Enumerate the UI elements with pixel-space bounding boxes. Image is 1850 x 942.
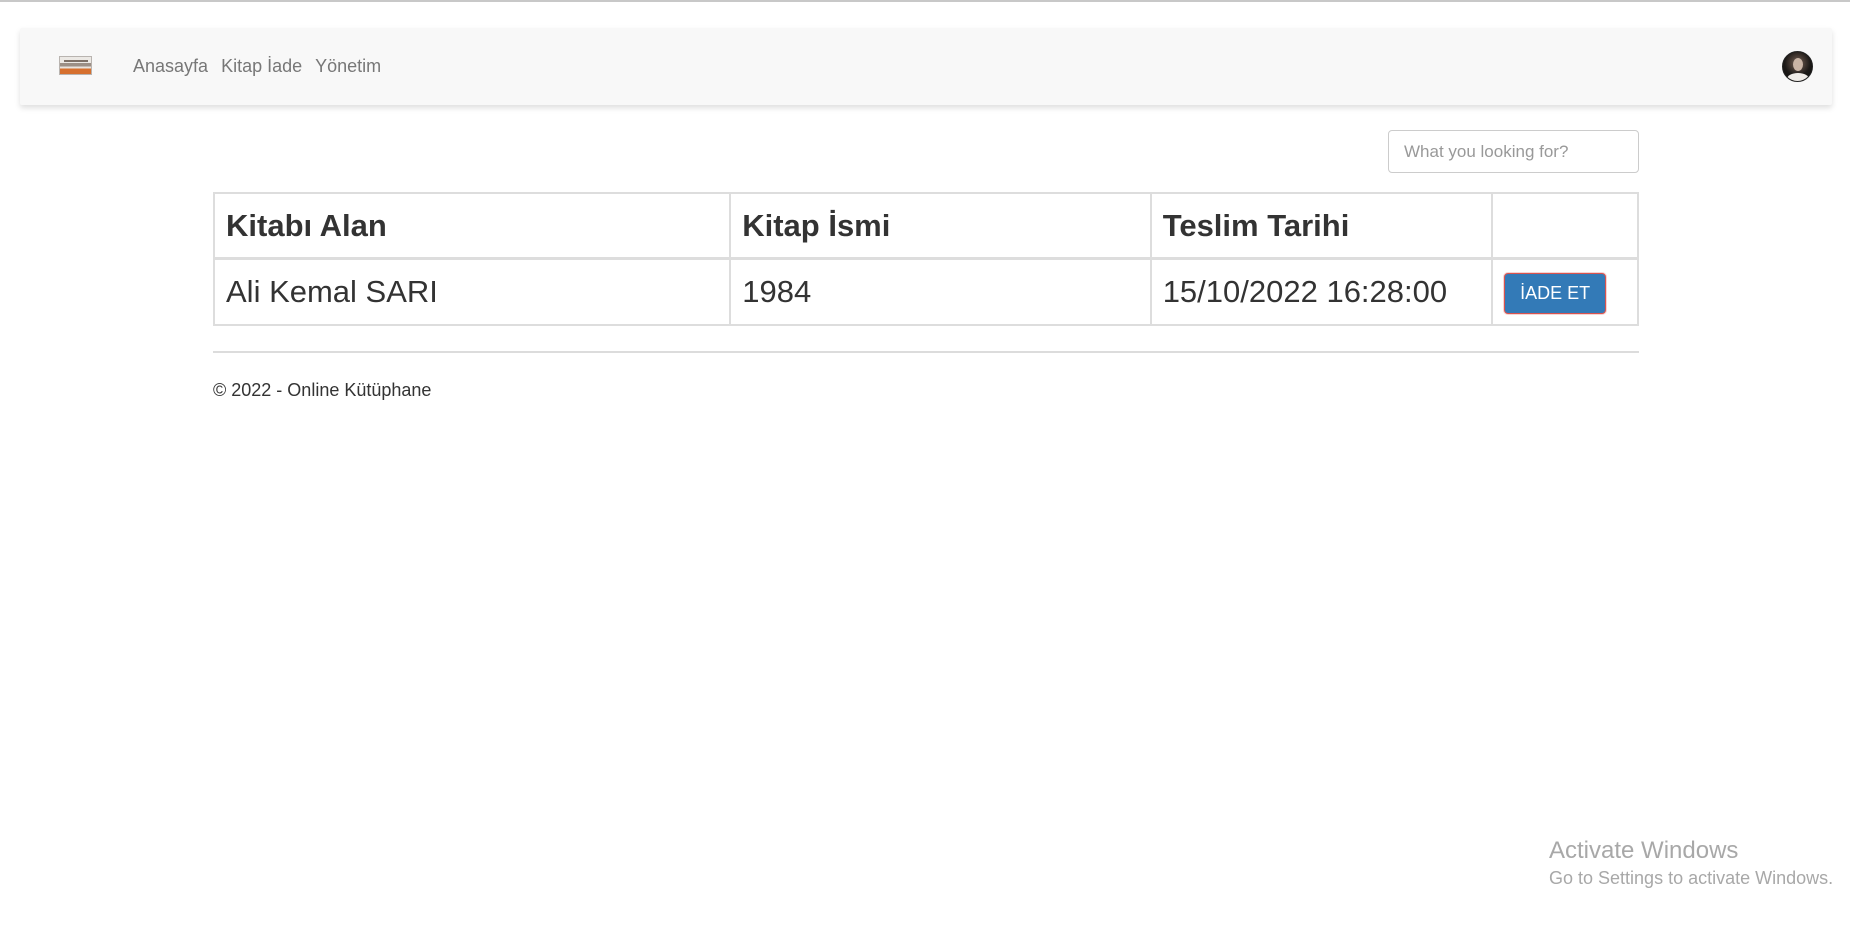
brand-logo-detail bbox=[64, 60, 88, 62]
cell-borrower: Ali Kemal SARI bbox=[212, 257, 732, 326]
user-avatar-icon[interactable] bbox=[1782, 51, 1813, 82]
table-header-row: Kitabı Alan Kitap İsmi Teslim Tarihi bbox=[212, 192, 1639, 260]
table-header: Kitabı Alan Kitap İsmi Teslim Tarihi bbox=[212, 192, 1639, 260]
table-row: Ali Kemal SARI 1984 15/10/2022 16:28:00 … bbox=[212, 257, 1639, 326]
nav-links: Anasayfa Kitap İade Yönetim bbox=[133, 28, 381, 105]
brand-logo-icon[interactable] bbox=[59, 56, 92, 75]
return-book-button[interactable]: İADE ET bbox=[1504, 272, 1607, 314]
avatar-shoulders bbox=[1787, 73, 1809, 81]
column-header-book: Kitap İsmi bbox=[729, 192, 1152, 260]
navbar: Anasayfa Kitap İade Yönetim bbox=[20, 28, 1832, 105]
nav-link-anasayfa[interactable]: Anasayfa bbox=[133, 56, 208, 77]
table-body: Ali Kemal SARI 1984 15/10/2022 16:28:00 … bbox=[212, 257, 1639, 326]
browser-top-border bbox=[0, 0, 1850, 2]
nav-link-yonetim[interactable]: Yönetim bbox=[315, 56, 381, 77]
cell-action: İADE ET bbox=[1491, 257, 1639, 326]
footer-divider bbox=[213, 351, 1639, 353]
watermark-title: Activate Windows bbox=[1549, 837, 1739, 864]
watermark-subtitle: Go to Settings to activate Windows. bbox=[1549, 868, 1834, 888]
cell-due-date: 15/10/2022 16:28:00 bbox=[1149, 257, 1494, 326]
column-header-action bbox=[1491, 192, 1639, 260]
search-input[interactable] bbox=[1388, 130, 1639, 173]
column-header-due-date: Teslim Tarihi bbox=[1149, 192, 1494, 260]
cell-book: 1984 bbox=[729, 257, 1152, 326]
avatar-face bbox=[1793, 58, 1803, 71]
windows-activation-watermark: Activate Windows Go to Settings to activ… bbox=[1549, 836, 1833, 890]
nav-link-kitap-iade[interactable]: Kitap İade bbox=[221, 56, 302, 77]
footer-copyright: © 2022 - Online Kütüphane bbox=[213, 380, 432, 400]
column-header-borrower: Kitabı Alan bbox=[212, 192, 732, 260]
loans-table: Kitabı Alan Kitap İsmi Teslim Tarihi Ali… bbox=[212, 192, 1639, 326]
